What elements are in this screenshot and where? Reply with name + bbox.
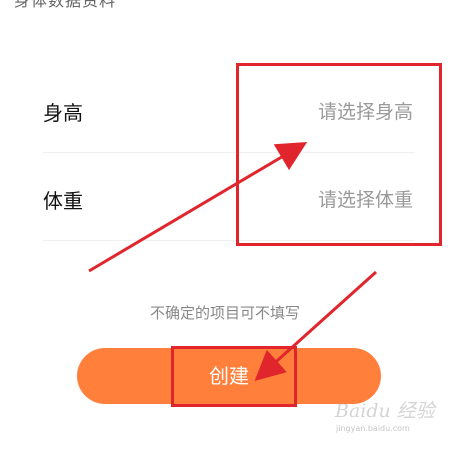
optional-hint: 不确定的项目可不填写 (149, 304, 300, 322)
weight-label: 体重 (43, 189, 83, 213)
section-title-partial: 身体数据资料 (14, 0, 117, 10)
height-label: 身高 (43, 101, 83, 125)
annotation-box-button (171, 346, 297, 407)
annotation-box-values (236, 63, 442, 246)
profile-form-screen: 身体数据资料 身高 请选择身高 体重 请选择体重 不确定的项目可不填写 创建 B… (0, 0, 450, 450)
baidu-watermark: Baidu 经验 (335, 400, 435, 422)
watermark-url: jingyan.baidu.com (336, 424, 410, 433)
